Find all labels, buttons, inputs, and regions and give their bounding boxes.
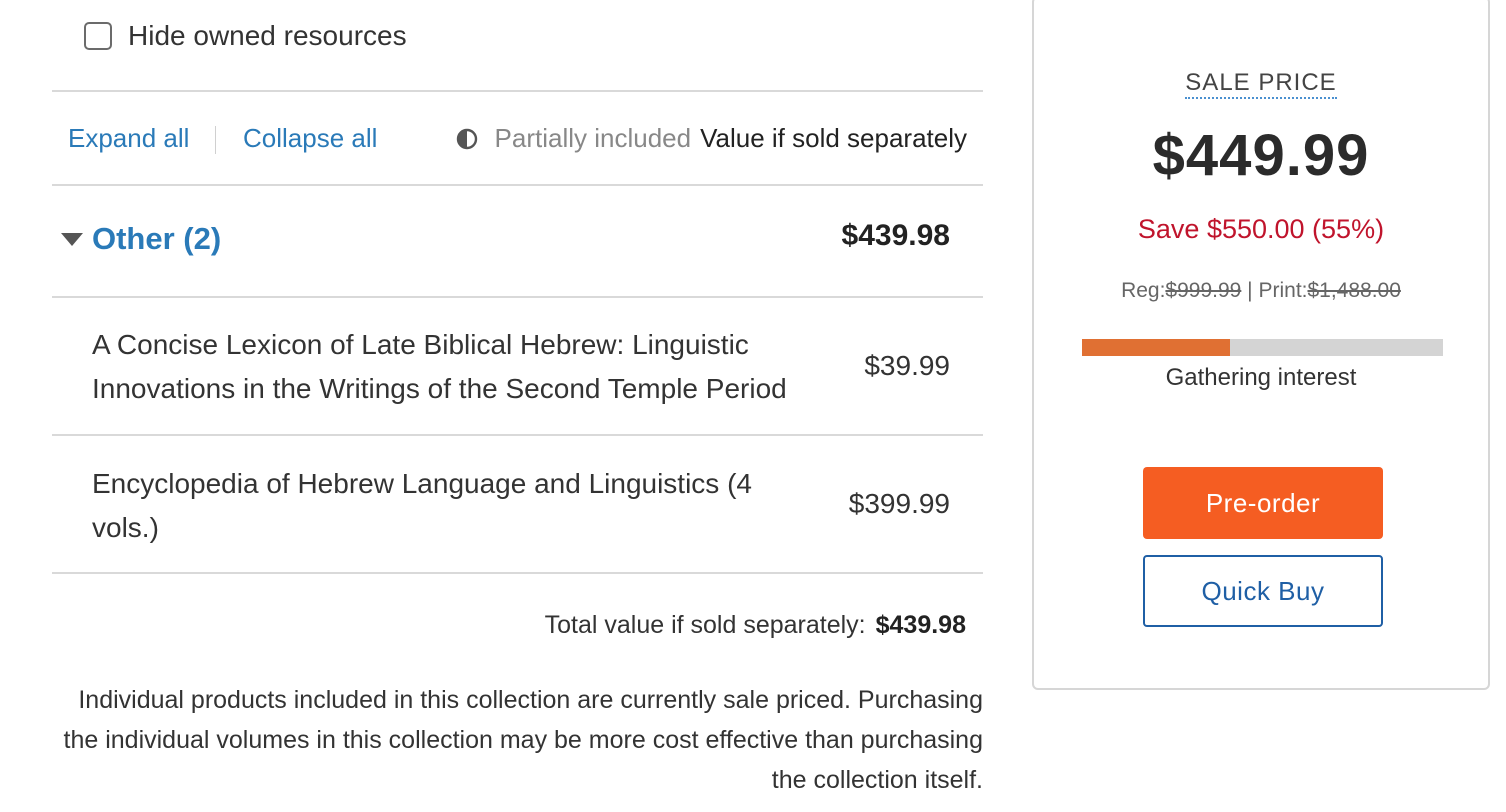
expand-all-link[interactable]: Expand all	[68, 123, 189, 154]
hide-owned-checkbox[interactable]	[84, 22, 112, 50]
interest-status: Gathering interest	[1165, 364, 1357, 391]
interest-progress-fill	[1082, 339, 1230, 356]
quick-buy-button[interactable]: Quick Buy	[1143, 555, 1383, 627]
group-header-other[interactable]: Other (2) $439.98	[52, 186, 983, 296]
regular-and-print-prices: Reg:$999.99 | Print:$1,488.00	[1034, 279, 1488, 303]
group-title[interactable]: Other (2)	[92, 221, 221, 257]
resource-title[interactable]: A Concise Lexicon of Late Biblical Hebre…	[92, 323, 852, 411]
price-separator: |	[1241, 279, 1259, 302]
caret-down-icon[interactable]	[61, 233, 83, 246]
legend-partially-included: Partially included	[494, 123, 692, 153]
total-value-line: Total value if sold separately: $439.98	[545, 611, 966, 640]
half-circle-icon	[456, 128, 477, 149]
interest-progress-bar	[1082, 339, 1443, 356]
sale-price-label: SALE PRICE	[1034, 69, 1488, 99]
print-label: Print:	[1258, 279, 1308, 302]
resource-price: $399.99	[848, 488, 950, 519]
resource-title[interactable]: Encyclopedia of Hebrew Language and Ling…	[92, 462, 812, 550]
savings-text: Save $550.00 (55%)	[1137, 214, 1385, 244]
pre-order-button[interactable]: Pre-order	[1143, 467, 1383, 539]
reg-price: $999.99	[1165, 279, 1242, 302]
print-price: $1,488.00	[1307, 279, 1401, 302]
list-item: Encyclopedia of Hebrew Language and Ling…	[52, 436, 983, 572]
sale-disclaimer: Individual products included in this col…	[63, 686, 983, 794]
reg-label: Reg:	[1121, 279, 1166, 302]
divider	[52, 572, 983, 574]
list-item: A Concise Lexicon of Late Biblical Hebre…	[52, 298, 983, 434]
link-separator	[215, 126, 216, 154]
collapse-all-link[interactable]: Collapse all	[243, 123, 377, 154]
resource-toolbar: Expand all Collapse all Partially includ…	[52, 92, 983, 184]
hide-owned-label: Hide owned resources	[128, 20, 407, 51]
hide-owned-toggle[interactable]: Hide owned resources	[84, 20, 407, 52]
total-value-amount: $439.98	[875, 611, 966, 639]
legend: Partially included Value if sold separat…	[456, 123, 967, 154]
total-value-label: Total value if sold separately:	[544, 611, 866, 639]
group-total-price: $439.98	[841, 219, 950, 252]
sale-price: $449.99	[1152, 123, 1370, 188]
legend-value-if-sold-separately: Value if sold separately	[700, 123, 967, 153]
pricing-card: SALE PRICE $449.99 Save $550.00 (55%) Re…	[1032, 0, 1490, 690]
resource-price: $39.99	[864, 350, 950, 381]
sale-price-tooltip-trigger[interactable]: SALE PRICE	[1185, 69, 1337, 99]
